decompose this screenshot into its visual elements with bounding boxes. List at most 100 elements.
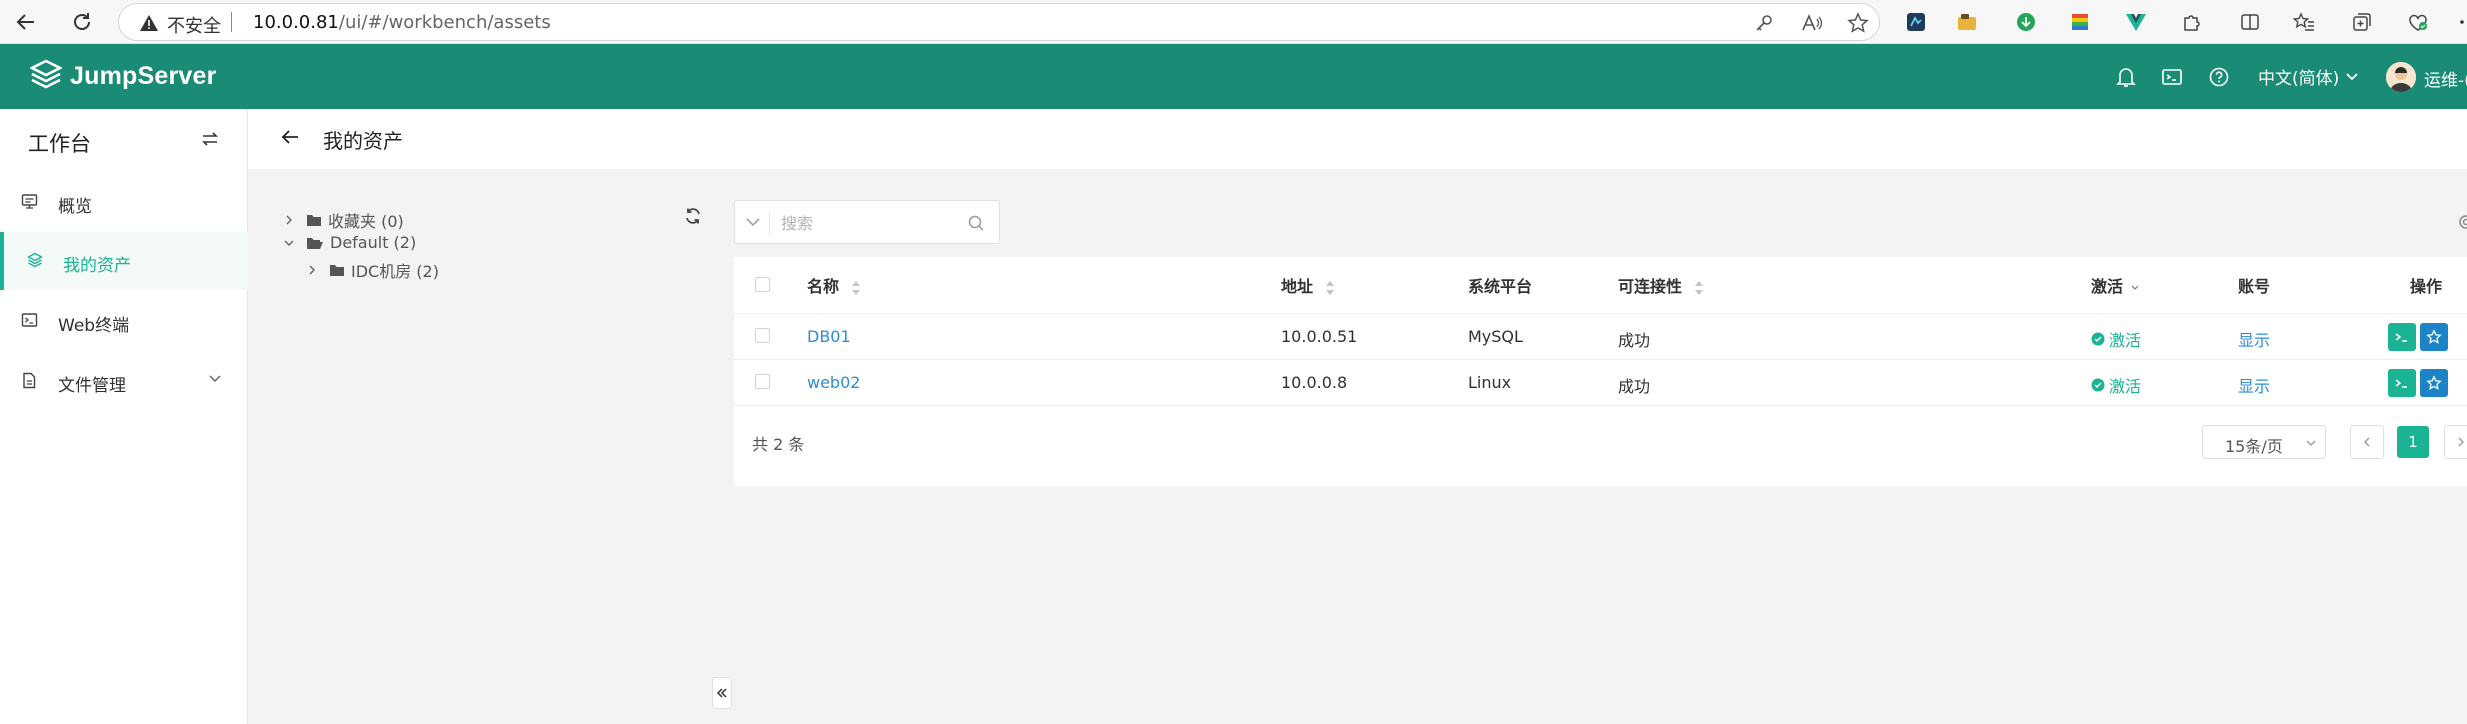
download-extension-icon[interactable] bbox=[2014, 10, 2038, 34]
chevron-left-icon bbox=[2364, 437, 2370, 447]
column-header-name[interactable]: 名称 bbox=[807, 273, 861, 297]
url-path: /ui/#/workbench/assets bbox=[338, 12, 551, 33]
show-account-link[interactable]: 显示 bbox=[2238, 327, 2270, 351]
search-icon[interactable] bbox=[967, 214, 985, 232]
row-checkbox[interactable] bbox=[755, 328, 770, 343]
column-header-label: 激活 bbox=[2091, 277, 2124, 296]
favorite-button[interactable] bbox=[2420, 369, 2448, 397]
column-header-account: 账号 bbox=[2238, 277, 2271, 296]
divider bbox=[231, 12, 232, 32]
chevron-down-icon bbox=[208, 374, 222, 384]
reload-icon[interactable] bbox=[66, 6, 98, 38]
select-all-checkbox[interactable] bbox=[755, 277, 770, 292]
search-box[interactable] bbox=[734, 200, 1000, 244]
connect-button[interactable] bbox=[2388, 323, 2416, 351]
column-header-connectivity[interactable]: 可连接性 bbox=[1618, 273, 1704, 297]
favorites-list-icon[interactable] bbox=[2292, 10, 2316, 34]
chevron-right-icon bbox=[2458, 437, 2464, 447]
extension-3-icon[interactable] bbox=[2068, 10, 2092, 34]
sort-icon[interactable] bbox=[1694, 280, 1704, 296]
warning-icon bbox=[139, 13, 159, 33]
more-icon[interactable] bbox=[2450, 10, 2467, 34]
page-number-button[interactable]: 1 bbox=[2397, 426, 2429, 458]
read-aloud-icon[interactable] bbox=[1801, 12, 1823, 34]
active-status: 激活 bbox=[2091, 373, 2141, 397]
tree-node-label: Default (2) bbox=[330, 233, 417, 252]
favorite-button[interactable] bbox=[2420, 323, 2448, 351]
key-icon[interactable] bbox=[1753, 12, 1775, 34]
sidebar-item-overview[interactable]: 概览 bbox=[0, 173, 248, 231]
logo-text: JumpServer bbox=[70, 61, 217, 90]
sort-icon[interactable] bbox=[1325, 280, 1335, 296]
browser-essentials-icon[interactable] bbox=[2406, 10, 2430, 34]
asset-name-link[interactable]: DB01 bbox=[807, 327, 851, 346]
collapse-tree-button[interactable] bbox=[712, 677, 732, 709]
chevron-down-icon[interactable] bbox=[745, 216, 761, 228]
divider bbox=[734, 359, 2467, 360]
address-bar[interactable]: 不安全 10.0.0.81/ui/#/workbench/assets bbox=[118, 3, 1880, 41]
avatar[interactable] bbox=[2386, 62, 2416, 92]
language-label: 中文(简体) bbox=[2258, 69, 2340, 89]
url-text[interactable]: 10.0.0.81/ui/#/workbench/assets bbox=[253, 12, 551, 33]
sidebar-item-my-assets[interactable]: 我的资产 bbox=[0, 232, 248, 290]
connect-button[interactable] bbox=[2388, 369, 2416, 397]
filter-chevron-icon[interactable] bbox=[2130, 284, 2140, 292]
favorite-star-icon[interactable] bbox=[1847, 12, 1869, 34]
chevron-down-icon[interactable] bbox=[282, 236, 296, 250]
gear-icon[interactable] bbox=[2454, 212, 2467, 232]
collections-icon[interactable] bbox=[2350, 10, 2374, 34]
column-header-address[interactable]: 地址 bbox=[1281, 273, 1335, 297]
asset-table: 名称 地址 系统平台 可连接性 激活 账号 操作 DB01 10.0.0.51 … bbox=[734, 257, 2467, 486]
asset-name-link[interactable]: web02 bbox=[807, 373, 860, 392]
divider bbox=[734, 405, 2467, 406]
extensions-puzzle-icon[interactable] bbox=[2180, 10, 2204, 34]
sidebar-item-label: 我的资产 bbox=[63, 256, 131, 276]
bell-icon[interactable] bbox=[2114, 65, 2138, 89]
sidebar-item-file-manager[interactable]: 文件管理 bbox=[0, 352, 248, 410]
tree-node-label: 收藏夹 (0) bbox=[328, 212, 404, 231]
back-icon[interactable] bbox=[10, 6, 42, 38]
jumpserver-logo-icon bbox=[30, 59, 62, 89]
active-status: 激活 bbox=[2091, 327, 2141, 351]
page-title: 我的资产 bbox=[323, 129, 403, 153]
star-icon bbox=[2426, 375, 2442, 390]
tree-node-idc[interactable]: IDC机房 (2) bbox=[305, 258, 439, 282]
terminal-header-icon[interactable] bbox=[2160, 65, 2184, 89]
total-count: 共 2 条 bbox=[752, 435, 805, 454]
logo[interactable]: JumpServer bbox=[30, 59, 217, 93]
folder-icon bbox=[329, 263, 345, 277]
back-arrow-icon[interactable] bbox=[280, 128, 300, 146]
user-name[interactable]: 运维-( bbox=[2424, 66, 2467, 91]
next-page-button[interactable] bbox=[2444, 425, 2467, 459]
chevron-down-icon bbox=[2306, 440, 2316, 446]
vue-devtools-icon[interactable] bbox=[2124, 10, 2148, 34]
column-header-label: 地址 bbox=[1281, 277, 1314, 296]
switch-view-icon[interactable] bbox=[201, 131, 219, 147]
chevron-right-icon[interactable] bbox=[282, 213, 296, 227]
search-input[interactable] bbox=[781, 212, 951, 234]
row-checkbox[interactable] bbox=[755, 374, 770, 389]
column-header-active[interactable]: 激活 bbox=[2091, 273, 2140, 297]
language-selector[interactable]: 中文(简体) bbox=[2258, 64, 2359, 89]
column-header-label: 名称 bbox=[807, 277, 840, 296]
extension-1-icon[interactable] bbox=[1904, 10, 1928, 34]
split-screen-icon[interactable] bbox=[2238, 10, 2262, 34]
refresh-icon[interactable] bbox=[684, 207, 702, 225]
file-icon bbox=[21, 372, 37, 389]
active-status-label: 激活 bbox=[2109, 331, 2142, 350]
sidebar-item-web-terminal[interactable]: Web终端 bbox=[0, 292, 248, 350]
page-size-select[interactable]: 15条/页 bbox=[2202, 425, 2326, 459]
tree-node-favorites[interactable]: 收藏夹 (0) bbox=[282, 208, 404, 232]
show-account-link[interactable]: 显示 bbox=[2238, 373, 2270, 397]
page-size-label: 15条/页 bbox=[2225, 437, 2283, 456]
sort-icon[interactable] bbox=[851, 280, 861, 296]
help-icon[interactable] bbox=[2207, 65, 2231, 89]
tree-node-default[interactable]: Default (2) bbox=[282, 233, 416, 252]
app-header: JumpServer 中文(简体) 运维-( bbox=[0, 44, 2467, 109]
extension-2-icon[interactable] bbox=[1955, 10, 1979, 34]
chevron-right-icon[interactable] bbox=[305, 263, 319, 277]
prev-page-button[interactable] bbox=[2350, 425, 2384, 459]
asset-platform: MySQL bbox=[1468, 327, 1523, 346]
check-circle-icon bbox=[2091, 332, 2105, 346]
chevron-down-icon bbox=[2346, 72, 2358, 80]
